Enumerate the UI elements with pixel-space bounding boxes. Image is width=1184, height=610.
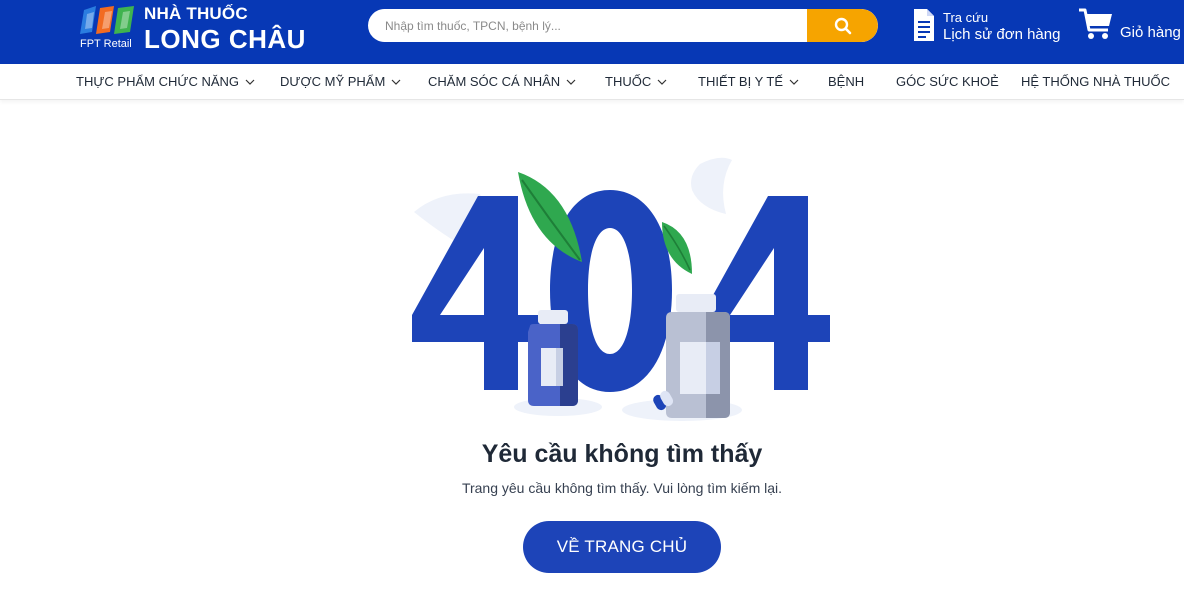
nav-item-medicine[interactable]: THUỐC [605, 74, 667, 89]
top-header: FPT Retail NHÀ THUỐC LONG CHÂU Tra cứu L… [0, 0, 1184, 64]
order-history-label: Lịch sử đơn hàng [943, 26, 1061, 43]
error-message: Trang yêu cầu không tìm thấy. Vui lòng t… [461, 480, 783, 496]
nav-item-personal-care[interactable]: CHĂM SÓC CÁ NHÂN [428, 74, 576, 89]
chevron-down-icon [391, 79, 401, 85]
nav-item-health-corner[interactable]: GÓC SỨC KHOẺ [896, 74, 999, 89]
nav-item-functional-food[interactable]: THỰC PHẨM CHỨC NĂNG [76, 74, 255, 89]
search-button[interactable] [807, 9, 878, 42]
chevron-down-icon [657, 79, 667, 85]
nav-item-label: THIẾT BỊ Y TẾ [698, 74, 784, 89]
nav-item-label: THUỐC [605, 74, 652, 89]
chevron-down-icon [789, 79, 799, 85]
nav-item-diseases[interactable]: BỆNH [828, 74, 864, 89]
search-bar [368, 9, 878, 42]
small-bottle [528, 310, 578, 406]
nav-item-label: THỰC PHẨM CHỨC NĂNG [76, 74, 240, 89]
error-title: Yêu cầu không tìm thấy [481, 440, 763, 468]
chevron-down-icon [566, 79, 576, 85]
large-bottle [666, 294, 730, 418]
nav-item-label: CHĂM SÓC CÁ NHÂN [428, 74, 561, 89]
logo-line2: LONG CHÂU [144, 24, 306, 54]
chevron-down-icon [245, 79, 255, 85]
document-icon [914, 9, 934, 41]
paper-shape [691, 157, 732, 214]
search-input[interactable] [368, 9, 808, 42]
cart-button[interactable]: Giỏ hàng [1078, 6, 1184, 50]
nav-item-cosmetics[interactable]: DƯỢC MỸ PHẨM [280, 74, 401, 89]
brand-small-text: FPT Retail [80, 38, 132, 50]
nav-item-medical-devices[interactable]: THIẾT BỊ Y TẾ [698, 74, 799, 89]
back-home-button[interactable]: VỀ TRANG CHỦ [523, 521, 721, 573]
logo[interactable]: FPT Retail NHÀ THUỐC LONG CHÂU [76, 2, 306, 58]
error-404-illustration [412, 157, 830, 421]
nav-item-label: GÓC SỨC KHOẺ [896, 74, 999, 89]
fpt-logo-icon [80, 6, 134, 34]
nav-item-store-system[interactable]: HỆ THỐNG NHÀ THUỐC [1021, 74, 1170, 89]
order-lookup-label: Tra cứu [943, 10, 989, 25]
search-icon [834, 17, 851, 34]
nav-item-label: DƯỢC MỸ PHẨM [280, 74, 386, 89]
logo-line1: NHÀ THUỐC [144, 4, 248, 23]
order-history-link[interactable]: Tra cứu Lịch sử đơn hàng [912, 6, 1072, 50]
nav-item-label: HỆ THỐNG NHÀ THUỐC [1021, 74, 1171, 89]
nav-item-label: BỆNH [828, 74, 865, 89]
cart-label: Giỏ hàng [1120, 24, 1181, 41]
category-nav: THỰC PHẨM CHỨC NĂNG DƯỢC MỸ PHẨM CHĂM SÓ… [0, 64, 1184, 100]
cart-icon [1079, 8, 1112, 39]
